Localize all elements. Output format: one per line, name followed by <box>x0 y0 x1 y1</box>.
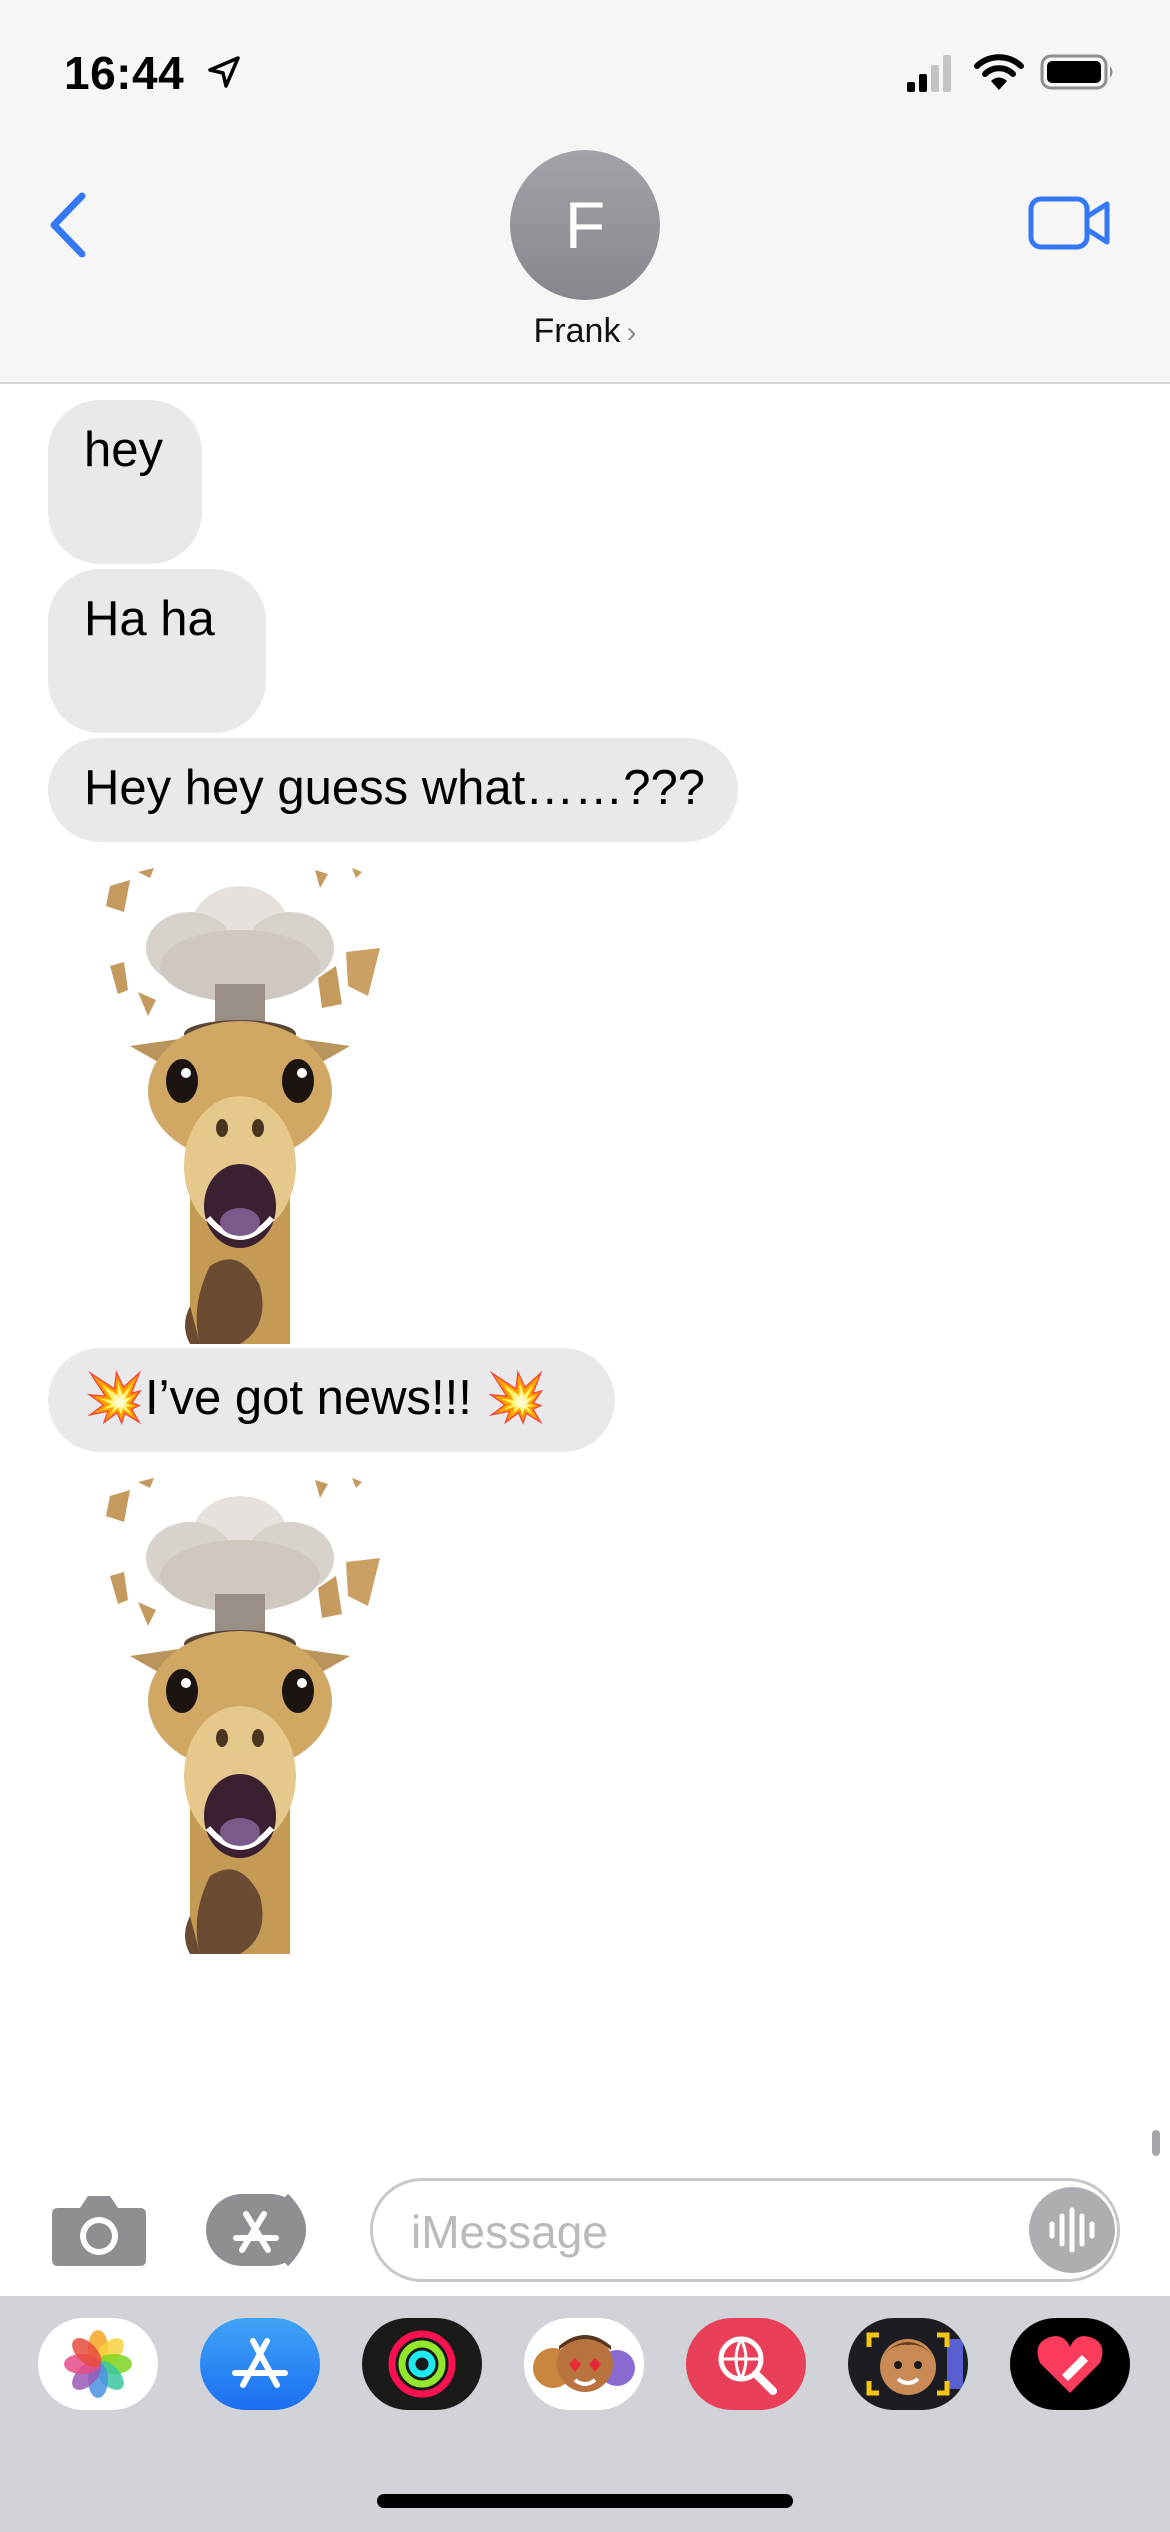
message-text-input[interactable] <box>409 2203 973 2261</box>
memoji-icon[interactable] <box>848 2318 968 2410</box>
message-text: Hey hey guess what……??? <box>84 761 705 815</box>
contact-name-button[interactable]: Frank › <box>0 312 1170 351</box>
digital-touch-icon[interactable] <box>1010 2318 1130 2410</box>
app-store-drawer-icon[interactable] <box>206 2192 322 2268</box>
wifi-icon <box>974 54 1024 90</box>
imessage-app-drawer <box>0 2296 1170 2532</box>
giraffe-mind-blown-memoji-sticker[interactable] <box>90 866 400 1344</box>
home-indicator[interactable] <box>377 2494 793 2508</box>
location-arrow-icon <box>208 56 240 88</box>
message-bubble-received[interactable]: hey <box>48 400 202 564</box>
photos-flower-icon <box>64 2330 132 2398</box>
images-search-icon[interactable] <box>686 2318 806 2410</box>
giraffe-mind-blown-memoji-sticker[interactable] <box>90 1476 400 1954</box>
message-text: 💥I’ve got news!!! 💥 <box>84 1371 547 1425</box>
memoji-stickers-icon[interactable] <box>524 2318 644 2410</box>
avatar-initial: F <box>564 188 606 262</box>
contact-name: Frank <box>533 312 621 350</box>
message-bubble-received[interactable]: Hey hey guess what……??? <box>48 738 738 842</box>
heart-touch-icon <box>1037 2336 1103 2393</box>
cellular-signal-icon <box>907 55 951 92</box>
imessage-input-field[interactable] <box>370 2178 1120 2282</box>
app-store-icon[interactable] <box>200 2318 320 2410</box>
facetime-video-icon[interactable] <box>1028 194 1110 252</box>
message-text: hey <box>84 423 164 477</box>
scroll-indicator[interactable] <box>1152 2130 1160 2156</box>
activity-rings-icon <box>388 2330 456 2398</box>
status-time: 16:44 <box>64 47 185 99</box>
message-bubble-received[interactable]: 💥I’ve got news!!! 💥 <box>48 1348 615 1452</box>
back-chevron-icon[interactable] <box>44 188 94 262</box>
audio-message-button[interactable] <box>1029 2187 1115 2273</box>
message-bubble-received[interactable]: Ha ha <box>48 569 266 733</box>
camera-icon[interactable] <box>50 2192 148 2268</box>
navigation-header: 16:44 F Frank › <box>0 0 1170 384</box>
battery-icon <box>1040 54 1113 90</box>
memoji-face-frame-icon <box>866 2332 963 2396</box>
waveform-icon <box>1049 2207 1095 2253</box>
contact-avatar[interactable]: F <box>510 150 660 300</box>
app-store-a-icon <box>232 2338 288 2388</box>
photos-app-icon[interactable] <box>38 2318 158 2410</box>
globe-magnifier-icon <box>718 2336 777 2395</box>
chevron-right-icon: › <box>626 316 637 349</box>
activity-app-icon[interactable] <box>362 2318 482 2410</box>
message-text: Ha ha <box>84 592 215 646</box>
memoji-faces-icon <box>533 2335 635 2392</box>
